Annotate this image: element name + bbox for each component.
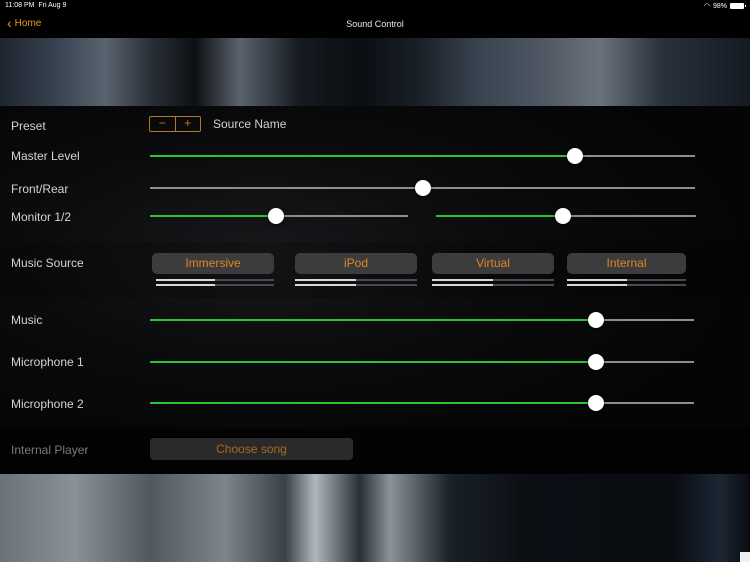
battery-icon bbox=[730, 3, 746, 9]
source-button-virtual[interactable]: Virtual bbox=[432, 253, 554, 274]
music-source-label: Music Source bbox=[11, 256, 84, 270]
source-button-ipod[interactable]: iPod bbox=[295, 253, 417, 274]
status-time: 11:08 PM Fri Aug 9 bbox=[5, 2, 67, 9]
microphone-2-label: Microphone 2 bbox=[11, 397, 84, 411]
level-meter-fill bbox=[295, 279, 356, 281]
front-rear-slider[interactable] bbox=[150, 178, 695, 198]
slider-fill bbox=[150, 361, 597, 363]
level-meter bbox=[432, 279, 554, 281]
level-meter bbox=[432, 284, 554, 286]
level-meter bbox=[567, 279, 686, 281]
internal-player-label: Internal Player bbox=[11, 443, 89, 457]
master-level-label: Master Level bbox=[11, 149, 80, 163]
microphone-1-slider[interactable] bbox=[150, 352, 694, 372]
microphone-1-label: Microphone 1 bbox=[11, 355, 84, 369]
corner-indicator bbox=[740, 552, 750, 562]
preset-decrement-button[interactable]: − bbox=[150, 117, 175, 131]
slider-thumb[interactable] bbox=[588, 395, 605, 411]
level-meter-fill bbox=[567, 279, 627, 281]
microphone-2-slider[interactable] bbox=[150, 393, 694, 413]
choose-song-button[interactable]: Choose song bbox=[150, 438, 353, 460]
level-meter-fill bbox=[432, 279, 493, 281]
monitor-label: Monitor 1/2 bbox=[11, 210, 72, 224]
level-meter bbox=[295, 279, 417, 281]
slider-thumb[interactable] bbox=[567, 148, 584, 164]
level-meter-fill bbox=[156, 284, 215, 286]
slider-thumb[interactable] bbox=[588, 354, 605, 370]
preset-increment-button[interactable]: + bbox=[174, 117, 201, 131]
monitor-1-slider[interactable] bbox=[150, 206, 408, 226]
page-title: Sound Control bbox=[346, 19, 404, 29]
level-meter-fill bbox=[295, 284, 356, 286]
slider-thumb[interactable] bbox=[414, 180, 431, 196]
level-meter-fill bbox=[567, 284, 627, 286]
wifi-icon: ◠ bbox=[703, 3, 710, 10]
header-background-image bbox=[0, 38, 750, 106]
slider-fill bbox=[150, 215, 277, 217]
level-meter bbox=[567, 284, 686, 286]
battery-percent: 98% bbox=[712, 2, 727, 10]
slider-fill bbox=[150, 319, 597, 321]
source-button-internal[interactable]: Internal bbox=[567, 253, 686, 274]
monitor-2-slider[interactable] bbox=[436, 206, 696, 226]
internal-player-panel bbox=[0, 428, 750, 474]
slider-fill bbox=[436, 215, 564, 217]
level-meter-fill bbox=[156, 279, 215, 281]
level-meter bbox=[156, 279, 274, 281]
master-level-slider[interactable] bbox=[150, 146, 695, 166]
navigation-bar: ‹ Home Sound Control bbox=[0, 12, 750, 38]
level-meter bbox=[295, 284, 417, 286]
slider-thumb[interactable] bbox=[588, 312, 605, 328]
music-label: Music bbox=[11, 313, 43, 327]
level-meter bbox=[156, 284, 274, 286]
footer-background-image bbox=[0, 474, 750, 562]
source-button-immersive[interactable]: Immersive bbox=[152, 253, 274, 274]
status-bar: 11:08 PM Fri Aug 9 ◠ 98% bbox=[0, 0, 750, 12]
front-rear-label: Front/Rear bbox=[11, 182, 69, 196]
status-indicators: ◠ 98% bbox=[703, 2, 746, 10]
preset-label: Preset bbox=[11, 119, 46, 133]
slider-thumb[interactable] bbox=[555, 208, 572, 224]
preset-stepper: − + bbox=[149, 116, 201, 132]
slider-thumb[interactable] bbox=[268, 208, 285, 224]
level-meter-fill bbox=[432, 284, 493, 286]
music-slider[interactable] bbox=[150, 310, 694, 330]
slider-fill bbox=[150, 155, 576, 157]
source-name: Source Name bbox=[213, 117, 287, 131]
slider-fill bbox=[150, 402, 597, 404]
